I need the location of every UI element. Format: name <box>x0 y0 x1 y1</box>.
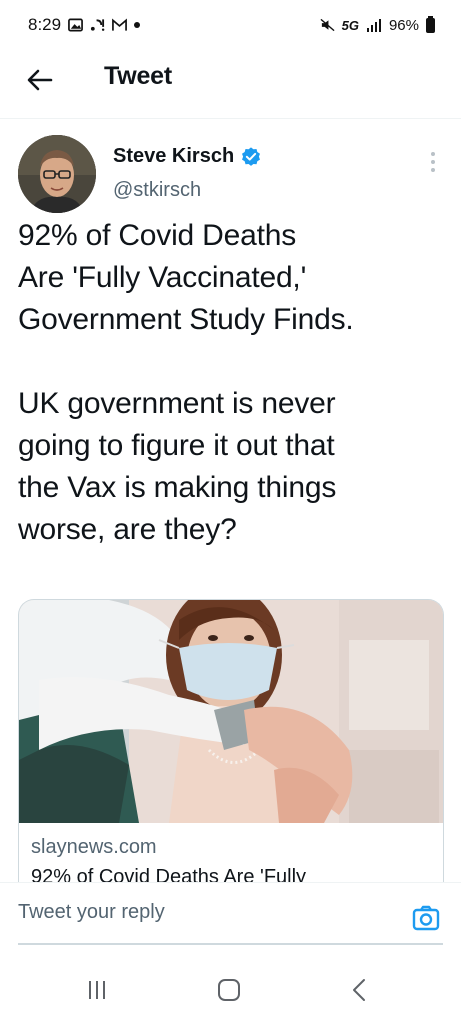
signal-icon <box>366 19 381 32</box>
more-dot-icon <box>431 168 435 172</box>
back-button[interactable] <box>24 66 56 94</box>
recent-apps-icon <box>89 981 105 999</box>
author-name-row: Steve Kirsch <box>113 145 262 168</box>
header-bar: Tweet <box>0 50 461 110</box>
system-nav-bar <box>0 950 461 1024</box>
back-icon <box>353 979 365 1001</box>
status-bar: 8:29 5G 96% <box>0 0 461 50</box>
recent-apps-button[interactable] <box>80 976 114 1004</box>
system-back-button[interactable] <box>342 976 376 1004</box>
more-dot-icon <box>431 152 435 156</box>
gallery-icon <box>68 18 83 32</box>
card-image <box>19 600 443 823</box>
dot-icon <box>134 22 141 28</box>
card-domain: slaynews.com <box>31 836 157 858</box>
author-name[interactable]: Steve Kirsch <box>113 145 234 168</box>
notification-icon <box>91 19 105 31</box>
reply-input[interactable] <box>18 901 398 924</box>
home-button[interactable] <box>212 976 246 1004</box>
avatar[interactable] <box>18 135 96 213</box>
avatar-image <box>18 135 96 213</box>
network-label: 5G <box>341 17 359 33</box>
home-icon <box>218 979 240 1001</box>
more-dot-icon <box>431 160 435 164</box>
header-divider <box>0 118 461 119</box>
camera-icon <box>412 905 440 931</box>
link-card[interactable]: slaynews.com 92% of Covid Deaths Are 'Fu… <box>18 599 444 889</box>
tweet-text: 92% of Covid Deaths Are 'Fully Vaccinate… <box>18 219 354 546</box>
camera-button[interactable] <box>412 905 440 931</box>
reply-bar <box>0 883 461 949</box>
arrow-left-icon <box>27 69 53 91</box>
status-time: 8:29 <box>28 15 62 34</box>
status-right: 5G 96% <box>320 15 435 34</box>
author-handle[interactable]: @stkirsch <box>113 179 201 202</box>
reply-underline <box>18 943 443 945</box>
status-left: 8:29 <box>28 15 141 35</box>
gmail-icon <box>112 18 127 31</box>
battery-icon <box>426 15 435 33</box>
verified-badge-icon <box>242 146 261 166</box>
page-title: Tweet <box>104 62 172 90</box>
battery-label: 96% <box>388 16 419 34</box>
more-options-button[interactable] <box>423 149 443 175</box>
mute-icon <box>320 18 335 32</box>
tweet-author: Steve Kirsch @stkirsch <box>18 135 443 215</box>
